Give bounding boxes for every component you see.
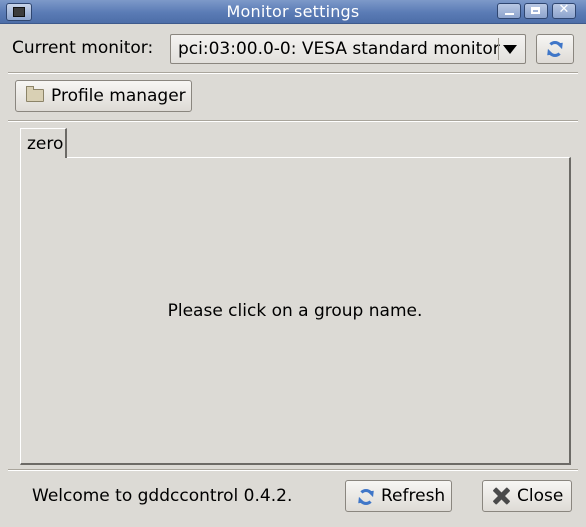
profile-manager-label: Profile manager xyxy=(51,86,186,106)
divider xyxy=(8,469,578,471)
title-bar[interactable]: Monitor settings ✕ xyxy=(0,0,586,24)
window-close-button[interactable]: ✕ xyxy=(552,2,576,19)
refresh-label: Refresh xyxy=(381,486,446,506)
close-icon xyxy=(491,485,511,507)
refresh-icon xyxy=(358,489,374,505)
close-button[interactable]: Close xyxy=(482,480,572,512)
folder-icon xyxy=(26,86,44,102)
tab-zero[interactable]: zero xyxy=(20,128,67,158)
divider xyxy=(8,120,578,122)
minimize-button[interactable] xyxy=(497,3,521,19)
maximize-icon xyxy=(531,7,540,14)
refresh-icon xyxy=(547,41,563,57)
minimize-icon xyxy=(505,13,514,15)
tab-panel: Please click on a group name. xyxy=(20,157,571,465)
status-text: Welcome to gddccontrol 0.4.2. xyxy=(32,486,293,506)
close-label: Close xyxy=(517,486,564,506)
profile-manager-button[interactable]: Profile manager xyxy=(15,80,192,112)
refresh-button[interactable]: Refresh xyxy=(345,480,452,512)
close-icon: ✕ xyxy=(558,2,570,17)
divider xyxy=(8,72,578,74)
monitor-select[interactable]: pci:03:00.0-0: VESA standard monitor xyxy=(170,34,526,64)
panel-message: Please click on a group name. xyxy=(167,301,423,321)
refresh-monitors-button[interactable] xyxy=(536,34,574,64)
chevron-down-icon xyxy=(503,45,517,54)
tab-label: zero xyxy=(27,134,64,154)
current-monitor-label: Current monitor: xyxy=(12,38,154,58)
monitor-select-value: pci:03:00.0-0: VESA standard monitor xyxy=(178,39,500,59)
combo-divider xyxy=(498,38,499,60)
maximize-button[interactable] xyxy=(524,3,548,19)
